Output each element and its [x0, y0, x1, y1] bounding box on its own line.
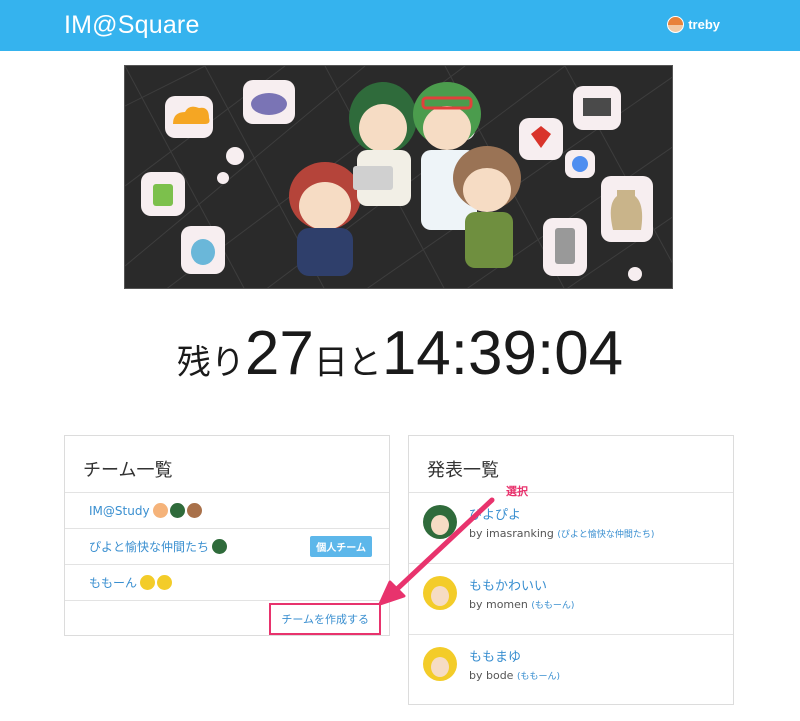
- countdown-days: 27: [244, 319, 314, 388]
- talk-title[interactable]: ももかわいい: [469, 575, 547, 594]
- team-member-avatars: [140, 575, 173, 590]
- team-name[interactable]: ぴよと愉快な仲間たち: [89, 538, 209, 555]
- talk-list-title: 発表一覧: [409, 436, 733, 493]
- team-list-title: チーム一覧: [65, 436, 389, 493]
- character-red-hair: [289, 162, 361, 276]
- talk-title[interactable]: ももまゆ: [469, 646, 521, 665]
- talk-team-link[interactable]: (ももーん): [517, 672, 560, 682]
- user-name: treby: [688, 17, 720, 32]
- member-avatar[interactable]: [140, 575, 156, 590]
- member-avatar[interactable]: [186, 503, 202, 518]
- talk-author: by imasranking (ぴよと愉快な仲間たち): [469, 527, 655, 540]
- annotation-label: 選択: [506, 485, 528, 498]
- talk-author: by bode (ももーん): [469, 669, 560, 682]
- hero-illustration: [124, 65, 673, 289]
- personal-team-badge: 個人チーム: [310, 536, 372, 557]
- member-avatar[interactable]: [212, 539, 228, 554]
- presenter-avatar[interactable]: [423, 576, 457, 610]
- presenter-avatar[interactable]: [423, 647, 457, 681]
- member-avatar[interactable]: [152, 503, 168, 518]
- talk-row[interactable]: ももかわいい by momen (ももーん): [409, 564, 733, 635]
- user-menu[interactable]: treby: [667, 16, 720, 33]
- talk-row[interactable]: ぴよぴよ by imasranking (ぴよと愉快な仲間たち): [409, 493, 733, 564]
- top-navbar: IM@Square treby: [0, 0, 800, 51]
- talk-row[interactable]: ももまゆ by bode (ももーん): [409, 635, 733, 706]
- talk-author: by momen (ももーん): [469, 598, 575, 611]
- member-avatar[interactable]: [169, 503, 185, 518]
- team-member-avatars: [152, 503, 202, 518]
- countdown-time: 14:39:04: [381, 319, 624, 388]
- create-team-row: チームを作成する: [65, 601, 389, 636]
- site-brand[interactable]: IM@Square: [64, 11, 200, 40]
- team-name[interactable]: ももーん: [89, 574, 137, 591]
- talk-team-link[interactable]: (ぴよと愉快な仲間たち): [557, 530, 654, 540]
- talk-list-panel: 発表一覧 ぴよぴよ by imasranking (ぴよと愉快な仲間たち) もも…: [408, 435, 734, 705]
- talk-team-link[interactable]: (ももーん): [531, 601, 574, 611]
- presenter-avatar[interactable]: [423, 505, 457, 539]
- countdown-prefix: 残り: [176, 344, 245, 382]
- member-avatar[interactable]: [157, 575, 173, 590]
- talk-title[interactable]: ぴよぴよ: [469, 504, 521, 523]
- create-team-button[interactable]: チームを作成する: [269, 602, 381, 635]
- team-row[interactable]: IM@Study: [65, 493, 389, 529]
- team-row[interactable]: ぴよと愉快な仲間たち 個人チーム: [65, 529, 389, 565]
- team-row[interactable]: ももーん: [65, 565, 389, 601]
- team-member-avatars: [212, 539, 228, 554]
- countdown-timer: 残り27日と14:39:04: [0, 318, 800, 389]
- team-list-panel: チーム一覧 IM@Study ぴよと愉快な仲間たち 個人チーム ももーん チーム…: [64, 435, 390, 636]
- user-avatar-icon: [667, 16, 685, 33]
- countdown-day-unit: 日と: [313, 344, 382, 382]
- team-name[interactable]: IM@Study: [89, 504, 150, 518]
